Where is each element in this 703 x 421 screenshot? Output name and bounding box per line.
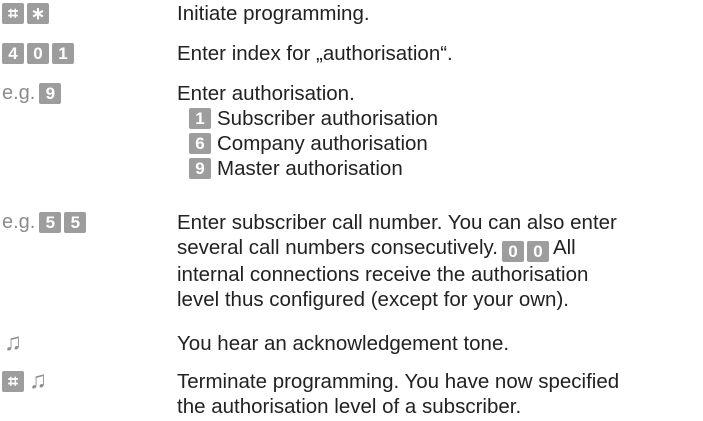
digit-key-1: 1 bbox=[189, 108, 211, 129]
step-text-block: Enter authorisation. 1 Subscriber author… bbox=[177, 81, 697, 181]
option-label: Company authorisation bbox=[217, 132, 428, 155]
example-prefix: e.g. bbox=[2, 211, 36, 233]
option-master: 9 Master authorisation bbox=[189, 156, 697, 181]
example-prefix: e.g. bbox=[2, 82, 36, 104]
step-text-fragment: All bbox=[552, 236, 576, 259]
step-text-line: internal connections receive the authori… bbox=[177, 263, 589, 286]
star-key: ∗ bbox=[27, 2, 49, 24]
digit-key-0: 0 bbox=[27, 42, 49, 64]
digit-key-6: 6 bbox=[189, 133, 211, 154]
digit-key-0: 0 bbox=[501, 241, 524, 262]
hash-key: ⌗ bbox=[2, 370, 24, 392]
step-text: Enter index for „authorisation“. bbox=[177, 42, 453, 65]
step-text-fragment: several call numbers consecutively. bbox=[177, 236, 498, 259]
music-note-icon: ♫ bbox=[4, 329, 22, 356]
step-keys: e.g. 9 bbox=[2, 81, 62, 105]
step-text: Enter authorisation. bbox=[177, 82, 355, 105]
digit-key-9: 9 bbox=[39, 82, 62, 104]
option-subscriber: 1 Subscriber authorisation bbox=[189, 106, 697, 131]
option-label: Subscriber authorisation bbox=[217, 107, 439, 130]
step-text-block: Enter subscriber call number. You can al… bbox=[177, 210, 697, 312]
step-text-line: Enter subscriber call number. You can al… bbox=[177, 211, 617, 234]
digit-key-9: 9 bbox=[189, 158, 211, 179]
step-text-line: level thus configured (except for your o… bbox=[177, 288, 569, 311]
digit-key-1: 1 bbox=[52, 42, 74, 64]
step-keys: ⌗ ♫ bbox=[2, 369, 49, 393]
step-text-line: the authorisation level of a subscriber. bbox=[177, 395, 522, 418]
inline-keys: 00 bbox=[501, 241, 549, 262]
step-text: Initiate programming. bbox=[177, 2, 370, 25]
step-keys: e.g. 5 5 bbox=[2, 210, 87, 234]
digit-key-5: 5 bbox=[39, 211, 62, 233]
step-keys: ⌗ ∗ bbox=[2, 1, 49, 25]
step-keys: ♫ bbox=[2, 331, 24, 355]
step-text-line: Terminate programming. You have now spec… bbox=[177, 370, 620, 393]
digit-key-5: 5 bbox=[64, 211, 87, 233]
step-text-block: Terminate programming. You have now spec… bbox=[177, 369, 697, 419]
step-keys: 4 0 1 bbox=[2, 41, 74, 65]
music-note-icon: ♫ bbox=[29, 367, 47, 394]
digit-key-0: 0 bbox=[526, 241, 549, 262]
digit-key-4: 4 bbox=[2, 42, 24, 64]
option-label: Master authorisation bbox=[217, 157, 403, 180]
step-text: You hear an acknowledgement tone. bbox=[177, 332, 510, 355]
step-text-line: several call numbers consecutively. 0 0 All bbox=[177, 235, 697, 262]
option-company: 6 Company authorisation bbox=[189, 131, 697, 156]
hash-key: ⌗ bbox=[2, 2, 24, 24]
